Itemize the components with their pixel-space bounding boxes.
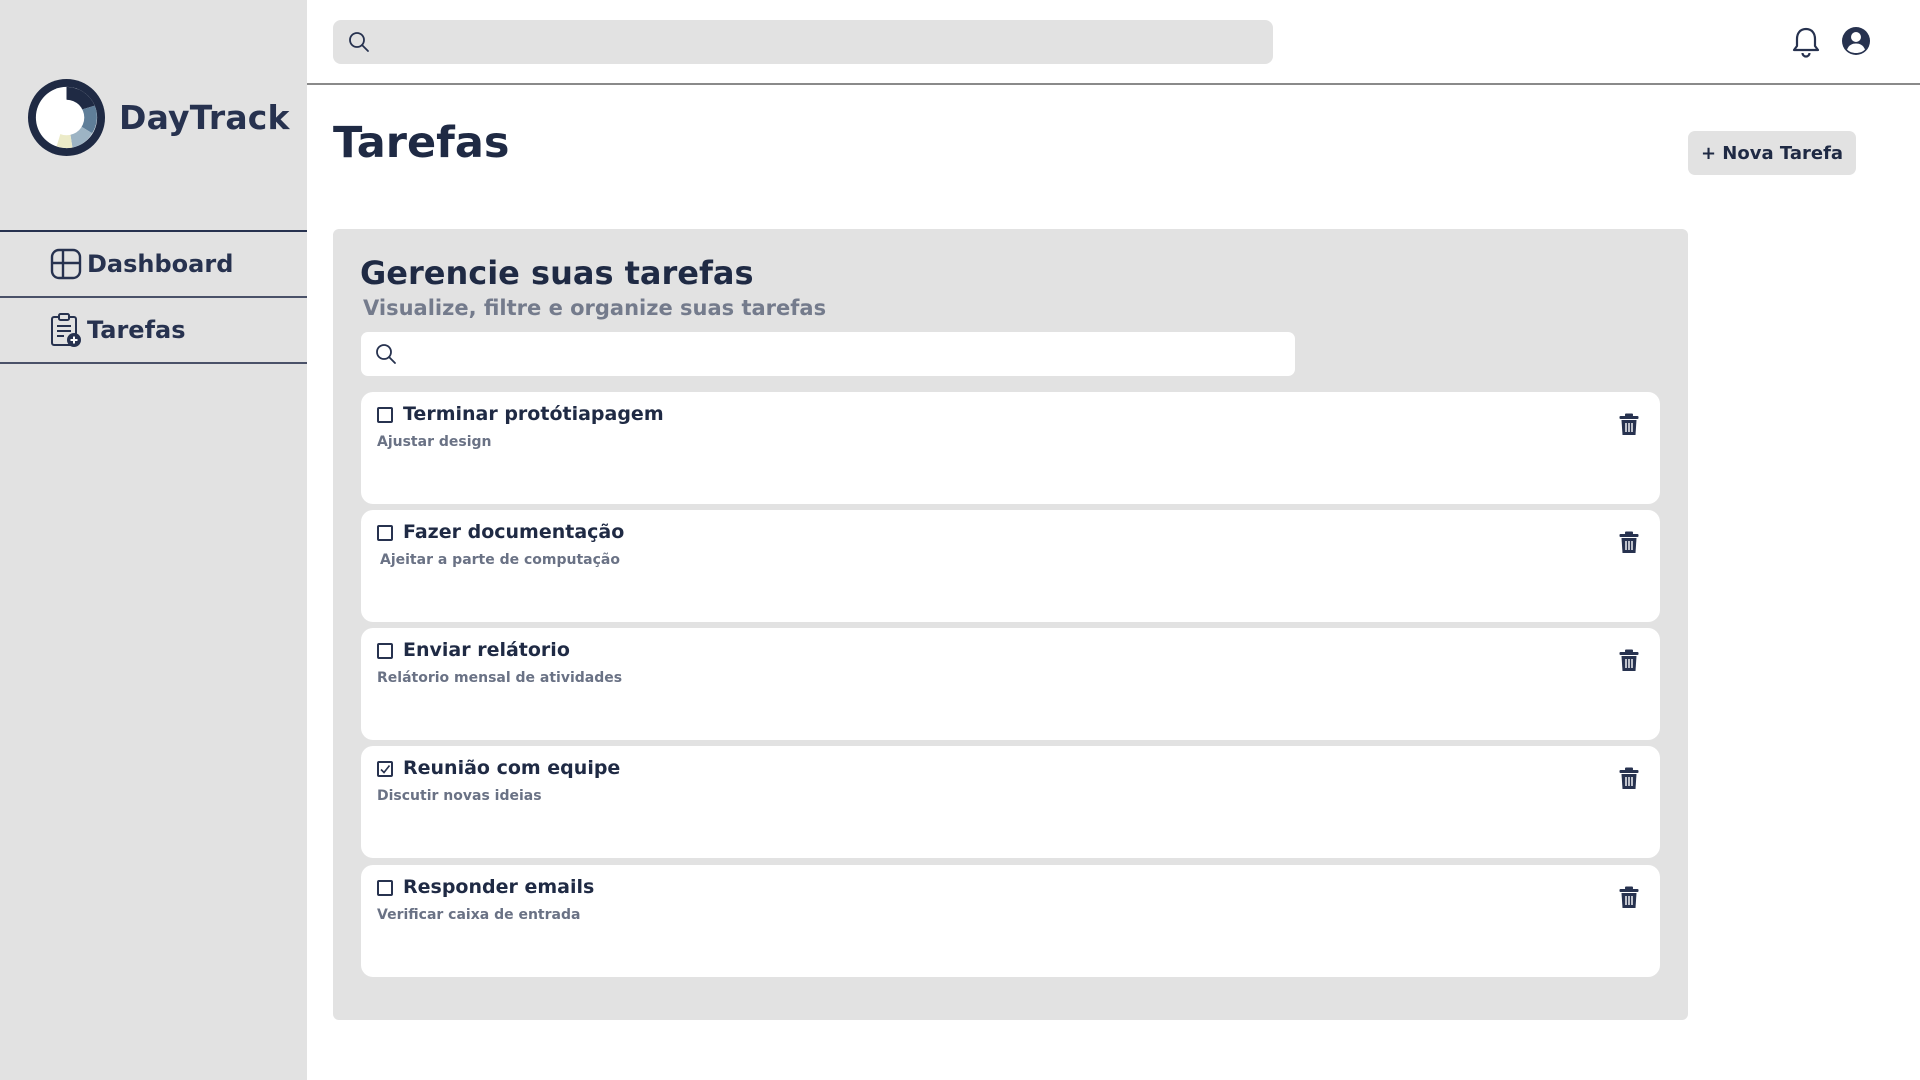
task-description: Discutir novas ideias: [377, 788, 542, 804]
task-card: Enviar relátorio Relátorio mensal de ati…: [361, 628, 1660, 740]
top-search-bar[interactable]: [333, 20, 1273, 64]
task-checkbox[interactable]: [377, 525, 393, 541]
task-title: Reunião com equipe: [403, 757, 621, 779]
task-checkbox[interactable]: [377, 880, 393, 896]
panel-title: Gerencie suas tarefas: [360, 254, 754, 292]
trash-icon[interactable]: [1619, 886, 1639, 909]
task-description: Ajustar design: [377, 434, 492, 450]
new-task-button[interactable]: + Nova Tarefa: [1688, 131, 1856, 175]
task-title: Fazer documentação: [403, 521, 625, 543]
task-card: Terminar protótiapagem Ajustar design: [361, 392, 1660, 504]
task-search-bar[interactable]: [361, 332, 1295, 376]
trash-icon[interactable]: [1619, 413, 1639, 436]
topbar: [307, 0, 1920, 85]
sidebar-item-tarefas[interactable]: Tarefas: [0, 298, 307, 364]
bell-icon[interactable]: [1791, 26, 1821, 58]
checkmark-icon: [380, 765, 391, 774]
logo-icon: [27, 78, 106, 157]
clipboard-add-icon: [49, 312, 82, 348]
task-title: Responder emails: [403, 876, 595, 898]
tasks-panel: Gerencie suas tarefas Visualize, filtre …: [333, 229, 1688, 1020]
sidebar-item-label: Dashboard: [87, 250, 234, 278]
task-card: Responder emails Verificar caixa de entr…: [361, 865, 1660, 977]
sidebar-nav: Dashboard Tarefas: [0, 230, 307, 364]
task-checkbox[interactable]: [377, 407, 393, 423]
task-checkbox[interactable]: [377, 643, 393, 659]
task-checkbox[interactable]: [377, 761, 393, 777]
search-icon: [376, 344, 396, 364]
trash-icon[interactable]: [1619, 767, 1639, 790]
task-description: Relátorio mensal de atividades: [377, 670, 623, 686]
logo[interactable]: DayTrack: [27, 78, 290, 157]
task-description: Ajeitar a parte de computação: [380, 552, 620, 568]
task-search-input[interactable]: [407, 332, 1295, 376]
task-title: Enviar relátorio: [403, 639, 570, 661]
task-description: Verificar caixa de entrada: [377, 907, 581, 923]
sidebar-item-dashboard[interactable]: Dashboard: [0, 232, 307, 298]
sidebar-item-label: Tarefas: [87, 316, 186, 344]
trash-icon[interactable]: [1619, 649, 1639, 672]
user-icon[interactable]: [1841, 26, 1871, 56]
search-icon: [349, 32, 369, 52]
sidebar: DayTrack Dashboard Tarefas: [0, 0, 307, 1080]
dashboard-icon: [49, 246, 82, 282]
top-search-input[interactable]: [380, 20, 1273, 64]
task-card: Fazer documentação Ajeitar a parte de co…: [361, 510, 1660, 622]
task-title: Terminar protótiapagem: [403, 403, 664, 425]
panel-subtitle: Visualize, filtre e organize suas tarefa…: [363, 296, 827, 320]
task-card: Reunião com equipe Discutir novas ideias: [361, 746, 1660, 858]
app-name: DayTrack: [119, 98, 290, 137]
page-title: Tarefas: [333, 118, 510, 168]
trash-icon[interactable]: [1619, 531, 1639, 554]
